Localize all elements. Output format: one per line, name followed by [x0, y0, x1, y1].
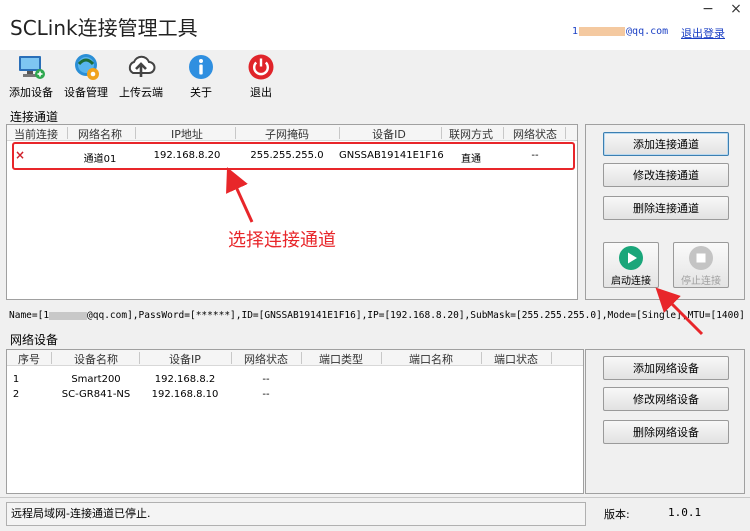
exit-button[interactable]: 退出 [234, 52, 288, 100]
play-icon [619, 246, 643, 270]
col-divider [301, 352, 302, 364]
col-divider [503, 127, 504, 139]
row-device-name: Smart200 [71, 374, 121, 385]
col-network-mode[interactable]: 联网方式 [443, 126, 499, 142]
col-index[interactable]: 序号 [9, 351, 49, 367]
col-divider [381, 352, 382, 364]
add-device-label: 添加设备 [9, 86, 53, 99]
about-label: 关于 [190, 86, 212, 99]
col-network-name[interactable]: 网络名称 [69, 126, 131, 142]
col-network-status[interactable]: 网络状态 [507, 126, 563, 142]
power-icon [248, 54, 274, 80]
col-divider [51, 352, 52, 364]
upload-cloud-label: 上传云端 [119, 86, 163, 99]
channels-group-label: 连接通道 [10, 110, 59, 124]
col-divider [339, 127, 340, 139]
exit-label: 退出 [250, 86, 272, 99]
delete-channel-button[interactable]: 删除连接通道 [603, 196, 729, 220]
col-device-ip[interactable]: 设备IP [141, 351, 229, 367]
col-device-name[interactable]: 设备名称 [53, 351, 139, 367]
start-connection-button[interactable]: 启动连接 [603, 242, 659, 288]
window-title: SCLink连接管理工具 [10, 16, 198, 40]
device-manage-label: 设备管理 [64, 86, 108, 99]
col-subnet-mask[interactable]: 子网掩码 [235, 126, 339, 142]
redacted-mark [49, 311, 88, 320]
upload-cloud-button[interactable]: 上传云端 [114, 52, 168, 100]
start-connection-label: 启动连接 [611, 276, 651, 287]
info-icon [189, 55, 213, 79]
user-email: 1 @qq.com [572, 26, 669, 37]
delete-device-net-button[interactable]: 删除网络设备 [603, 420, 729, 444]
annotation-text: 选择连接通道 [228, 230, 336, 251]
table-row[interactable]: 2 SC-GR841-NS 192.168.8.10 -- [7, 389, 583, 403]
edit-device-net-button[interactable]: 修改网络设备 [603, 387, 729, 411]
version-label: 版本: [604, 508, 630, 521]
row-index: 2 [12, 389, 20, 400]
col-device-id[interactable]: 设备ID [339, 126, 439, 142]
stop-icon [689, 246, 713, 270]
add-device-icon [19, 56, 45, 79]
add-device-button[interactable]: 添加设备 [4, 52, 58, 100]
connection-params-text: Name=[1 @qq.com],PassWord=[******],ID=[GN… [9, 310, 745, 321]
close-button[interactable]: × [728, 2, 744, 16]
col-divider [441, 127, 442, 139]
col-divider [67, 127, 68, 139]
col-divider [481, 352, 482, 364]
col-port-status[interactable]: 端口状态 [483, 351, 549, 367]
logout-link[interactable]: 退出登录 [681, 25, 725, 41]
about-button[interactable]: 关于 [174, 52, 228, 100]
upload-cloud-icon [128, 55, 156, 77]
col-divider [565, 127, 566, 139]
col-ip-address[interactable]: IP地址 [139, 126, 235, 142]
col-device-net-status[interactable]: 网络状态 [233, 351, 299, 367]
col-divider [135, 127, 136, 139]
minimize-button[interactable]: − [700, 2, 716, 16]
stop-connection-label: 停止连接 [681, 276, 721, 287]
device-manage-icon [75, 54, 99, 80]
stop-connection-button[interactable]: 停止连接 [673, 242, 729, 288]
redacted-mark [579, 26, 626, 36]
table-row[interactable]: 1 Smart200 192.168.8.2 -- [7, 374, 583, 388]
row-index: 1 [12, 374, 20, 385]
devices-group-label: 网络设备 [10, 333, 59, 347]
col-divider [235, 127, 236, 139]
status-message: 远程局域网-连接通道已停止. [6, 502, 586, 526]
col-divider [231, 352, 232, 364]
version-value: 1.0.1 [668, 506, 702, 519]
row-device-net-status: -- [262, 374, 270, 385]
col-divider [139, 352, 140, 364]
col-current-connection[interactable]: 当前连接 [9, 126, 63, 142]
devices-table: 序号 设备名称 设备IP 网络状态 端口类型 端口名称 端口状态 1 Smart… [6, 349, 584, 494]
row-device-net-status: -- [262, 389, 270, 400]
row-device-name: SC-GR841-NS [61, 389, 131, 400]
row-device-ip: 192.168.8.10 [151, 389, 219, 400]
device-manage-button[interactable]: 设备管理 [59, 52, 113, 100]
row-device-ip: 192.168.8.2 [154, 374, 216, 385]
col-divider [551, 352, 552, 364]
col-port-type[interactable]: 端口类型 [303, 351, 379, 367]
edit-channel-button[interactable]: 修改连接通道 [603, 163, 729, 187]
annotation-highlight-box [12, 142, 575, 170]
add-channel-button[interactable]: 添加连接通道 [603, 132, 729, 156]
add-device-net-button[interactable]: 添加网络设备 [603, 356, 729, 380]
col-port-name[interactable]: 端口名称 [383, 351, 479, 367]
